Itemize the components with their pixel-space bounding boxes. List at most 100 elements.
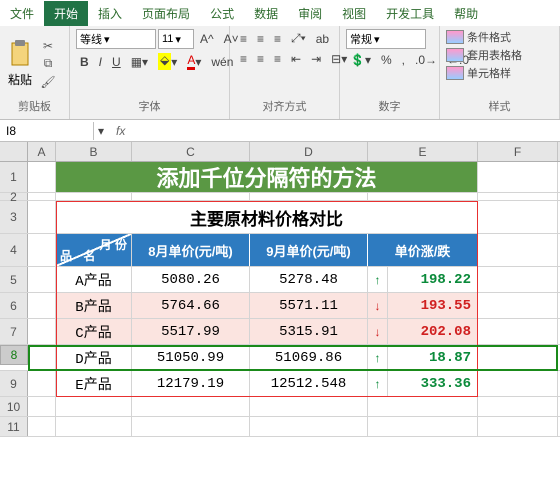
cell[interactable] bbox=[28, 293, 56, 318]
name-box[interactable]: I8 bbox=[0, 122, 94, 140]
change-arrow[interactable]: ↑ bbox=[368, 267, 388, 292]
sep-price[interactable]: 5315.91 bbox=[250, 319, 368, 344]
italic-button[interactable]: I bbox=[95, 53, 106, 71]
align-top-icon[interactable]: ≡ bbox=[236, 30, 251, 48]
indent-dec-icon[interactable]: ⇤ bbox=[287, 50, 305, 68]
cut-icon[interactable]: ✂ bbox=[40, 38, 56, 54]
subtitle-cell[interactable]: 主要原材料价格对比 bbox=[56, 201, 478, 233]
tab-文件[interactable]: 文件 bbox=[0, 1, 44, 26]
orientation-icon[interactable]: ⤢▾ bbox=[287, 29, 310, 48]
font-size-select[interactable]: 11▾ bbox=[158, 29, 194, 49]
row-header[interactable]: 6 bbox=[0, 293, 28, 318]
increase-font-icon[interactable]: A^ bbox=[196, 30, 218, 48]
comma-button[interactable]: , bbox=[398, 51, 409, 69]
cell[interactable] bbox=[28, 193, 56, 200]
copy-icon[interactable]: ⧉ bbox=[40, 56, 56, 72]
tab-帮助[interactable]: 帮助 bbox=[444, 1, 488, 26]
cell[interactable] bbox=[368, 397, 478, 416]
cell[interactable] bbox=[28, 397, 56, 416]
format-table-button[interactable]: 套用表格格 bbox=[446, 47, 522, 63]
font-name-select[interactable]: 等线▾ bbox=[76, 29, 156, 49]
cell[interactable] bbox=[56, 417, 132, 436]
title-cell[interactable]: 添加千位分隔符的方法 bbox=[56, 162, 478, 192]
row-header[interactable]: 9 bbox=[0, 371, 28, 396]
tab-数据[interactable]: 数据 bbox=[244, 1, 288, 26]
font-color-button[interactable]: A▾ bbox=[183, 51, 205, 72]
change-arrow[interactable]: ↓ bbox=[368, 319, 388, 344]
cell[interactable] bbox=[28, 162, 56, 192]
align-center-icon[interactable]: ≡ bbox=[253, 50, 268, 68]
align-bot-icon[interactable]: ≡ bbox=[270, 30, 285, 48]
paste-button[interactable]: 粘贴 bbox=[6, 39, 34, 88]
cell[interactable] bbox=[250, 193, 368, 200]
border-button[interactable]: ▦▾ bbox=[127, 53, 152, 71]
conditional-format-button[interactable]: 条件格式 bbox=[446, 29, 511, 45]
number-format-select[interactable]: 常规▾ bbox=[346, 29, 426, 49]
bold-button[interactable]: B bbox=[76, 53, 93, 71]
product-name[interactable]: E产品 bbox=[56, 371, 132, 396]
sep-price[interactable]: 5278.48 bbox=[250, 267, 368, 292]
cell[interactable] bbox=[368, 417, 478, 436]
aug-price[interactable]: 12179.19 bbox=[132, 371, 250, 396]
product-name[interactable]: A产品 bbox=[56, 267, 132, 292]
change-value[interactable]: 333.36 bbox=[388, 371, 478, 396]
cell-styles-button[interactable]: 单元格样 bbox=[446, 65, 511, 81]
indent-inc-icon[interactable]: ⇥ bbox=[307, 50, 325, 68]
cell[interactable] bbox=[478, 397, 558, 416]
header-change[interactable]: 单价涨/跌 bbox=[368, 234, 478, 266]
product-name[interactable]: D产品 bbox=[56, 345, 132, 370]
row-header[interactable]: 10 bbox=[0, 397, 28, 416]
cell[interactable] bbox=[478, 345, 558, 370]
cell[interactable] bbox=[368, 193, 478, 200]
format-painter-icon[interactable]: 🖌 bbox=[40, 74, 56, 90]
fx-icon[interactable]: fx bbox=[108, 124, 133, 138]
change-arrow[interactable]: ↑ bbox=[368, 345, 388, 370]
cell[interactable] bbox=[56, 193, 132, 200]
row-header[interactable]: 7 bbox=[0, 319, 28, 344]
tab-开始[interactable]: 开始 bbox=[44, 1, 88, 26]
align-mid-icon[interactable]: ≡ bbox=[253, 30, 268, 48]
cell[interactable] bbox=[28, 417, 56, 436]
row-header[interactable]: 1 bbox=[0, 162, 28, 192]
inc-decimal-icon[interactable]: .0→ bbox=[411, 51, 441, 69]
cell[interactable] bbox=[56, 397, 132, 416]
header-aug[interactable]: 8月单价(元/吨) bbox=[132, 234, 250, 266]
align-left-icon[interactable]: ≡ bbox=[236, 50, 251, 68]
align-right-icon[interactable]: ≡ bbox=[270, 50, 285, 68]
row-header[interactable]: 8 bbox=[0, 345, 28, 365]
change-value[interactable]: 18.87 bbox=[388, 345, 478, 370]
tab-页面布局[interactable]: 页面布局 bbox=[132, 1, 200, 26]
cell[interactable] bbox=[132, 193, 250, 200]
cell[interactable] bbox=[132, 417, 250, 436]
change-arrow[interactable]: ↓ bbox=[368, 293, 388, 318]
header-diag[interactable]: 月 份品 名 bbox=[56, 234, 132, 266]
sep-price[interactable]: 12512.548 bbox=[250, 371, 368, 396]
row-header[interactable]: 3 bbox=[0, 201, 28, 233]
cell[interactable] bbox=[28, 234, 56, 266]
row-header[interactable]: 5 bbox=[0, 267, 28, 292]
cell[interactable] bbox=[132, 397, 250, 416]
sep-price[interactable]: 5571.11 bbox=[250, 293, 368, 318]
cell[interactable] bbox=[28, 319, 56, 344]
cell[interactable] bbox=[250, 397, 368, 416]
cell[interactable] bbox=[478, 319, 558, 344]
aug-price[interactable]: 5764.66 bbox=[132, 293, 250, 318]
sep-price[interactable]: 51069.86 bbox=[250, 345, 368, 370]
cell[interactable] bbox=[478, 193, 558, 200]
col-header-B[interactable]: B bbox=[56, 142, 132, 161]
cell[interactable] bbox=[28, 371, 56, 396]
product-name[interactable]: B产品 bbox=[56, 293, 132, 318]
aug-price[interactable]: 5517.99 bbox=[132, 319, 250, 344]
cell[interactable] bbox=[250, 417, 368, 436]
header-sep[interactable]: 9月单价(元/吨) bbox=[250, 234, 368, 266]
tab-审阅[interactable]: 审阅 bbox=[288, 1, 332, 26]
tab-视图[interactable]: 视图 bbox=[332, 1, 376, 26]
tab-插入[interactable]: 插入 bbox=[88, 1, 132, 26]
cell[interactable] bbox=[478, 417, 558, 436]
col-header-E[interactable]: E bbox=[368, 142, 478, 161]
change-arrow[interactable]: ↑ bbox=[368, 371, 388, 396]
cell[interactable] bbox=[478, 162, 558, 192]
change-value[interactable]: 202.08 bbox=[388, 319, 478, 344]
col-header-C[interactable]: C bbox=[132, 142, 250, 161]
tab-公式[interactable]: 公式 bbox=[200, 1, 244, 26]
